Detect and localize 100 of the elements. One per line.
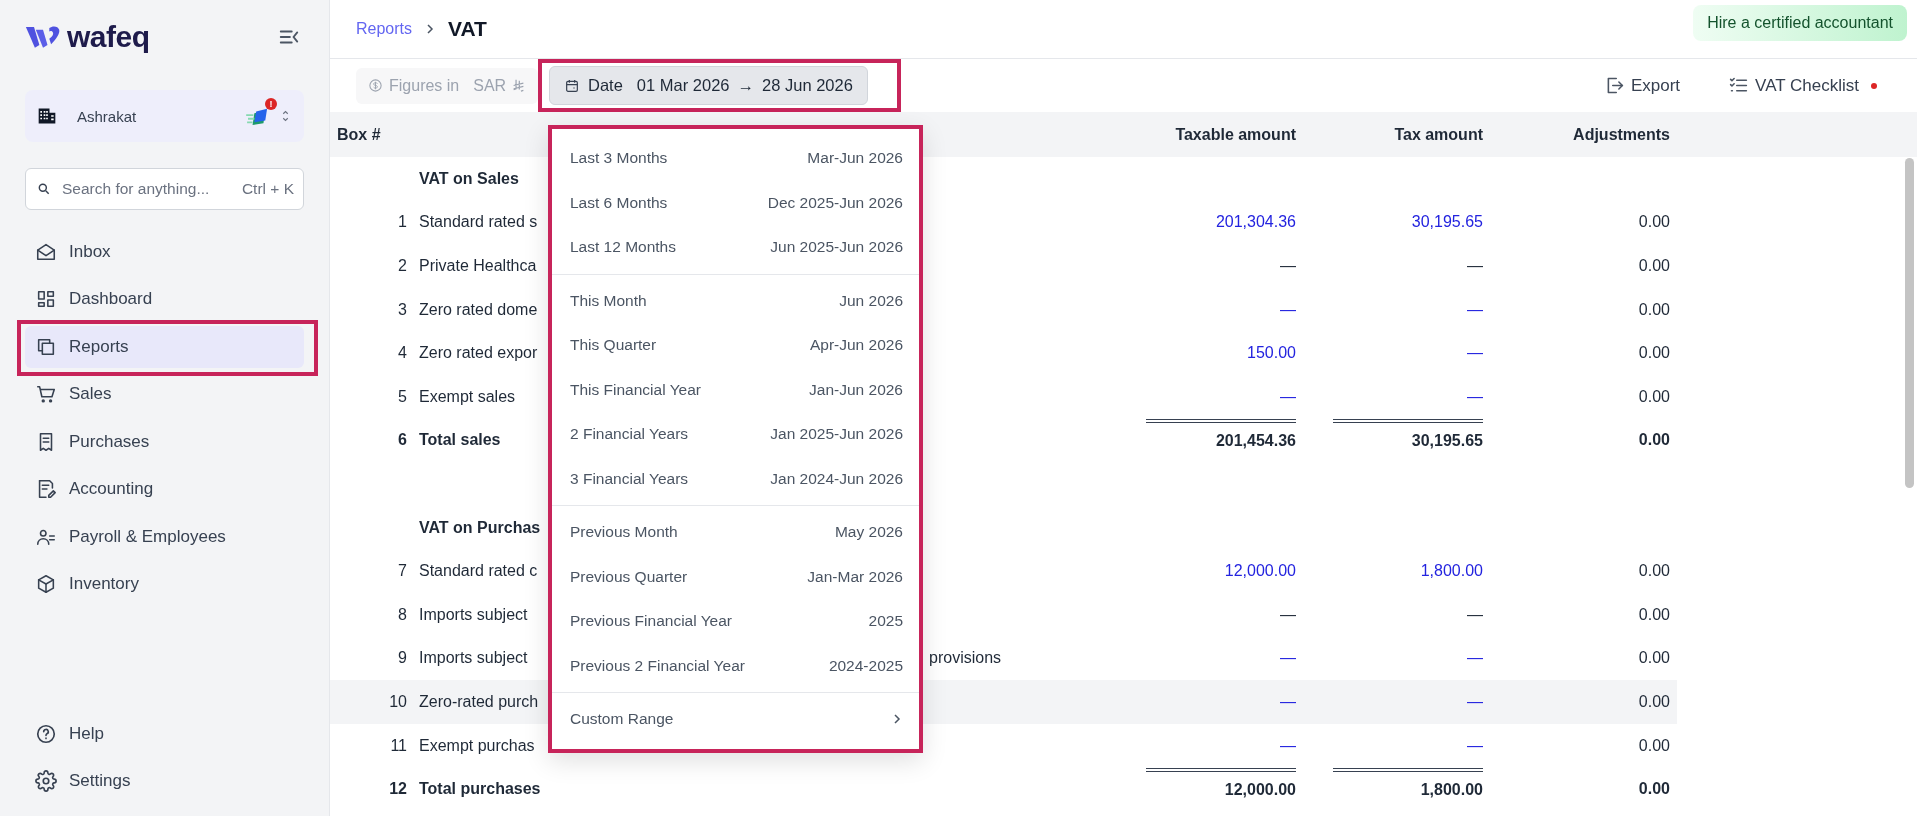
menu-item[interactable]: Previous Financial Year 2025 [552,599,919,644]
amount-cell[interactable]: — [1467,344,1483,362]
description-cell: Zero rated dome [419,300,538,319]
menu-item[interactable]: Previous Quarter Jan-Mar 2026 [552,554,919,599]
box-number: 2 [397,257,408,275]
description-cell: Imports subject [419,605,528,624]
menu-item[interactable]: Last 12 Months Jun 2025-Jun 2026 [552,225,919,270]
chevron-up-down-icon [281,108,290,124]
amount-cell[interactable]: — [1280,300,1296,318]
hire-accountant-button[interactable]: Hire a certified accountant [1693,5,1907,41]
menu-item[interactable]: Previous Month May 2026 [552,510,919,555]
menu-item[interactable]: This Quarter Apr-Jun 2026 [552,323,919,368]
nav-item[interactable]: Inventory [25,563,304,605]
menu-item[interactable]: 2 Financial Years Jan 2025-Jun 2026 [552,412,919,457]
menu-item[interactable]: Last 3 Months Mar-Jun 2026 [552,136,919,181]
amount-cell: 0.00 [1638,562,1670,580]
date-label: Date [588,76,623,95]
scrollbar[interactable] [1905,158,1914,488]
amount-cell: 0.00 [1638,649,1670,667]
alert-badge: ! [265,98,277,110]
box-number: 4 [397,344,408,363]
shortcut-hint: Ctrl + K [241,180,294,198]
description-cell: Private Healthca [419,257,537,275]
date-filter-button[interactable]: Date 01 Mar 2026 → 28 Jun 2026 [549,66,868,105]
calendar-icon [564,77,580,94]
amount-cell: — [1467,605,1483,623]
menu-item[interactable]: Custom Range [552,697,919,742]
section-heading: VAT on Sales [419,169,519,188]
column-header: Taxable amount [1174,125,1296,144]
currency-label: Figures in [389,76,460,95]
organization-switcher[interactable]: Ashrakat ! [25,90,304,142]
amount-cell[interactable]: 150.00 [1247,344,1296,362]
box-number: 11 [389,736,408,755]
amount-cell: 0.00 [1638,692,1670,710]
logo-icon [25,24,61,50]
description-cell: Zero-rated purch [419,692,539,711]
amount-cell[interactable]: — [1467,387,1483,405]
total-amount: 0.00 [1638,780,1670,798]
breadcrumb-link[interactable]: Reports [356,20,413,38]
box-number: 8 [397,605,408,624]
total-amount: 1,800.00 [1333,768,1483,800]
amount-cell[interactable]: — [1280,736,1296,754]
total-amount: 12,000.00 [1146,768,1296,800]
nav-item[interactable]: Sales [25,373,304,415]
box-number: 6 [397,431,408,450]
amount-cell: 0.00 [1638,257,1670,274]
amount-cell[interactable]: — [1467,736,1483,754]
amount-cell: 0.00 [1638,736,1670,754]
amount-cell[interactable]: 12,000.00 [1224,562,1296,580]
amount-cell[interactable]: 30,195.65 [1411,213,1483,231]
date-from: 01 Mar 2026 [636,76,730,95]
menu-item[interactable]: This Financial Year Jan-Jun 2026 [552,367,919,412]
nav-item[interactable]: Reports [25,326,304,368]
description-cell: Standard rated s [419,213,538,232]
nav-item[interactable]: Accounting [25,468,304,510]
date-to: 28 Jun 2026 [762,76,853,95]
description-cell: Imports subject [419,649,528,668]
box-number: 10 [388,692,408,711]
total-amount: 0.00 [1638,431,1670,449]
amount-cell: — [1467,257,1483,274]
organization-name: Ashrakat [77,107,138,125]
nav-item[interactable]: Purchases [25,421,304,463]
total-amount: 30,195.65 [1333,419,1483,451]
menu-item[interactable]: Previous 2 Financial Year 2024-2025 [552,643,919,688]
nav-item[interactable]: Inbox [25,231,304,273]
amount-cell[interactable]: — [1467,300,1483,318]
amount-cell[interactable]: 1,800.00 [1420,562,1483,580]
toolbar-button[interactable]: Export [1597,74,1687,97]
amount-cell[interactable]: — [1280,387,1296,405]
cart-icon [35,383,57,406]
amount-cell[interactable]: — [1280,692,1296,710]
amount-cell: 0.00 [1638,387,1670,405]
date-arrow: → [737,76,754,95]
brand-name: wafeq [67,20,150,54]
amount-cell[interactable]: — [1280,649,1296,667]
menu-item[interactable]: Last 6 Months Dec 2025-Jun 2026 [552,180,919,225]
box-number: 12 [388,780,408,799]
total-label: Total sales [419,431,501,450]
amount-cell[interactable]: — [1467,649,1483,667]
box-number: 3 [397,300,408,319]
menu-item[interactable]: 3 Financial Years Jan 2024-Jun 2026 [552,456,919,501]
nav-item[interactable]: Payroll & Employees [25,516,304,558]
box-number: 1 [397,213,408,232]
description-cell: Zero rated expor [419,344,538,363]
amount-cell[interactable]: 201,304.36 [1215,213,1296,231]
amount-cell[interactable]: — [1467,692,1483,710]
amount-cell: — [1280,605,1296,623]
box-number: 5 [397,387,408,406]
riyal-icon [512,79,526,92]
search-icon [37,182,51,196]
nav-item[interactable]: Dashboard [25,278,304,320]
coin-icon [368,78,383,93]
menu-item[interactable]: This Month Jun 2026 [552,278,919,323]
column-header: Box # [336,125,382,144]
box-number: 7 [397,562,408,581]
nav-item[interactable]: Settings [25,760,304,802]
toolbar-button[interactable]: VAT Checklist [1722,74,1883,97]
amount-cell: 0.00 [1638,213,1670,231]
nav-item[interactable]: Help [25,713,304,755]
amount-cell: 0.00 [1638,605,1670,623]
